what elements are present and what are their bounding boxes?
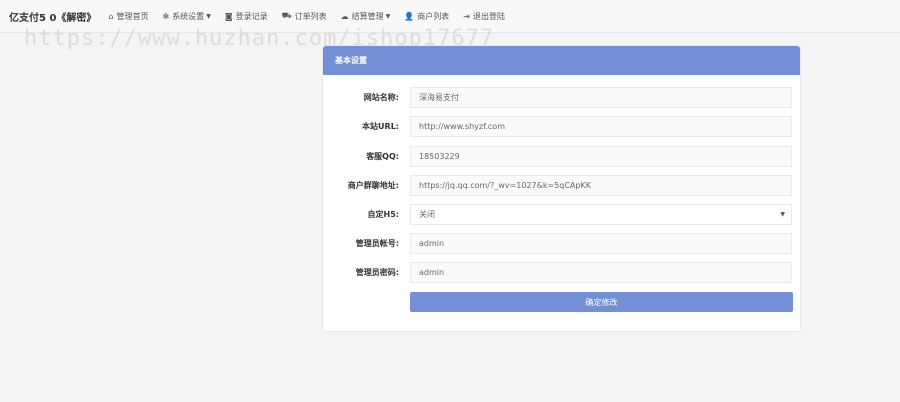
admin-account-label: 管理员帐号:: [355, 239, 399, 248]
settings-panel: 基本设置 网站名称: 深海易支付 本站URL: http://www.shyzf…: [322, 45, 801, 332]
cloud-icon: ☁: [340, 11, 349, 21]
nav-merchants[interactable]: 👤 商户列表: [404, 0, 449, 33]
form-row-admin-password: 管理员密码: admin: [323, 262, 802, 283]
panel-title: 基本设置: [323, 46, 800, 75]
gear-icon: ✻: [162, 11, 170, 21]
nav-login-records-label: 登录记录: [235, 11, 268, 21]
nav-merchants-label: 商户列表: [417, 11, 450, 21]
home-icon: ⌂: [108, 11, 114, 21]
nav-settlement[interactable]: ☁ 结算管理 ▼: [341, 0, 391, 33]
form-row-admin-account: 管理员帐号: admin: [323, 233, 802, 254]
nav-system-settings-label: 系统设置: [172, 11, 205, 21]
chevron-down-icon: ▼: [206, 12, 211, 20]
nav-logout[interactable]: ⇥ 退出登陆: [463, 0, 505, 33]
confirm-modify-button[interactable]: 确定修改: [410, 292, 793, 312]
nav-login-records[interactable]: ◙ 登录记录: [225, 0, 268, 33]
chevron-down-icon: ▼: [385, 12, 391, 20]
custom-h5-select[interactable]: 关闭 ▼: [410, 204, 792, 225]
merchant-group-input[interactable]: https://jq.qq.com/?_wv=1027&k=5qCApKK: [410, 175, 792, 196]
site-url-input[interactable]: http://www.shyzf.com: [410, 116, 792, 137]
top-navbar: 亿支付5 0《解密》 ⌂ 管理首页 ✻ 系统设置 ▼ ◙ 登录记录 ⛟ 订单列表…: [0, 0, 900, 33]
nav-orders-label: 订单列表: [294, 11, 327, 21]
form-row-site-name: 网站名称: 深海易支付: [323, 87, 802, 108]
form-row-custom-h5: 自定H5: 关闭 ▼: [323, 204, 802, 225]
custom-h5-selected-value: 关闭: [419, 210, 435, 219]
nav-settlement-label: 结算管理: [351, 11, 384, 21]
site-url-label: 本站URL:: [362, 122, 399, 131]
admin-password-input[interactable]: admin: [410, 262, 792, 283]
nav-home-label: 管理首页: [116, 11, 149, 21]
form-row-site-url: 本站URL: http://www.shyzf.com: [323, 116, 802, 137]
nav-orders[interactable]: ⛟ 订单列表: [282, 0, 327, 33]
form-row-support-qq: 客服QQ: 18503229: [323, 146, 802, 167]
chevron-down-icon: ▼: [780, 211, 785, 218]
support-qq-label: 客服QQ:: [366, 152, 399, 161]
cart-icon: ⛟: [281, 11, 292, 20]
logout-icon: ⇥: [463, 11, 470, 21]
brand-title[interactable]: 亿支付5 0《解密》: [9, 9, 96, 24]
nav-home[interactable]: ⌂ 管理首页: [108, 0, 148, 33]
admin-account-input[interactable]: admin: [410, 233, 792, 254]
nav-system-settings[interactable]: ✻ 系统设置 ▼: [162, 0, 210, 33]
site-name-label: 网站名称:: [363, 93, 399, 102]
nav-logout-label: 退出登陆: [472, 11, 505, 21]
admin-password-label: 管理员密码:: [355, 268, 399, 277]
form-row-merchant-group: 商户群聊地址: https://jq.qq.com/?_wv=1027&k=5q…: [323, 175, 802, 196]
custom-h5-label: 自定H5:: [367, 210, 399, 219]
site-name-input[interactable]: 深海易支付: [410, 87, 792, 108]
merchant-group-label: 商户群聊地址:: [347, 181, 399, 190]
camera-icon: ◙: [224, 11, 233, 21]
user-icon: 👤: [404, 11, 415, 21]
support-qq-input[interactable]: 18503229: [410, 146, 792, 167]
